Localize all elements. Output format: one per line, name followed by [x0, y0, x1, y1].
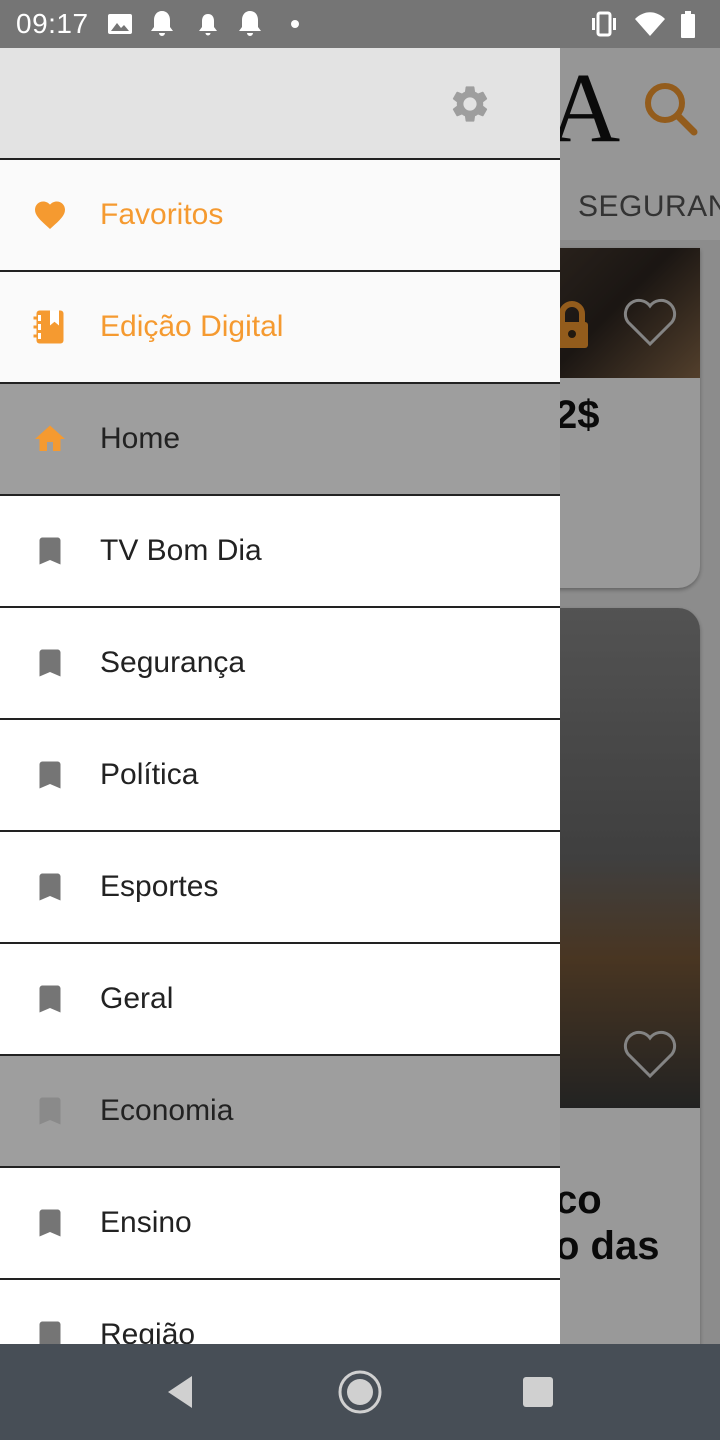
book-icon: [33, 310, 64, 344]
bell-icon: [199, 14, 217, 36]
bookmark-icon: [39, 649, 61, 677]
menu-item-seguranca[interactable]: Segurança: [0, 608, 560, 720]
menu-item-ensino[interactable]: Ensino: [0, 1168, 560, 1280]
recents-icon[interactable]: [518, 1372, 558, 1412]
bell-icon: [151, 11, 173, 36]
dot-icon: [291, 20, 299, 28]
home-circle-icon[interactable]: [336, 1368, 384, 1416]
menu-item-favoritos[interactable]: Favoritos: [0, 160, 560, 272]
menu-item-label: Segurança: [100, 646, 246, 679]
battery-icon: [681, 11, 695, 38]
bookmark-icon: [39, 761, 61, 789]
drawer-menu: Favoritos Edição Digital Home TV Bom Dia…: [0, 160, 560, 1344]
system-nav-bar: [0, 1344, 720, 1440]
menu-item-label: Favoritos: [100, 198, 224, 231]
bookmark-icon: [39, 873, 61, 901]
vibrate-icon: [592, 11, 616, 37]
menu-item-regiao[interactable]: Região: [0, 1280, 560, 1344]
drawer-header: [0, 48, 560, 160]
bell-icon: [239, 11, 261, 36]
menu-item-home[interactable]: Home: [0, 384, 560, 496]
heart-icon: [35, 201, 65, 230]
bookmark-icon: [39, 985, 61, 1013]
status-bar: 09:17: [0, 0, 720, 48]
menu-item-economia[interactable]: Economia: [0, 1056, 560, 1168]
menu-item-edicao-digital[interactable]: Edição Digital: [0, 272, 560, 384]
menu-item-label: Região: [100, 1318, 196, 1344]
gear-icon[interactable]: [448, 82, 492, 126]
menu-item-politica[interactable]: Política: [0, 720, 560, 832]
menu-item-geral[interactable]: Geral: [0, 944, 560, 1056]
menu-item-tv-bom-dia[interactable]: TV Bom Dia: [0, 496, 560, 608]
home-icon: [35, 425, 65, 451]
wifi-icon: [635, 12, 665, 36]
bookmark-icon: [39, 1209, 61, 1237]
menu-item-esportes[interactable]: Esportes: [0, 832, 560, 944]
bookmark-icon: [39, 1097, 61, 1125]
menu-item-label: Ensino: [100, 1206, 192, 1239]
menu-item-label: Política: [100, 758, 199, 791]
bookmark-icon: [39, 537, 61, 565]
image-icon: [108, 14, 132, 34]
menu-item-label: TV Bom Dia: [100, 534, 262, 567]
bookmark-icon: [39, 1321, 61, 1344]
back-icon[interactable]: [160, 1372, 200, 1412]
menu-item-label: Geral: [100, 982, 174, 1015]
menu-item-label: Economia: [100, 1094, 234, 1127]
status-time: 09:17: [16, 8, 89, 39]
menu-item-label: Esportes: [100, 870, 219, 903]
menu-item-label: Edição Digital: [100, 310, 284, 343]
menu-item-label: Home: [100, 422, 181, 455]
navigation-drawer: Favoritos Edição Digital Home TV Bom Dia…: [0, 48, 560, 1344]
